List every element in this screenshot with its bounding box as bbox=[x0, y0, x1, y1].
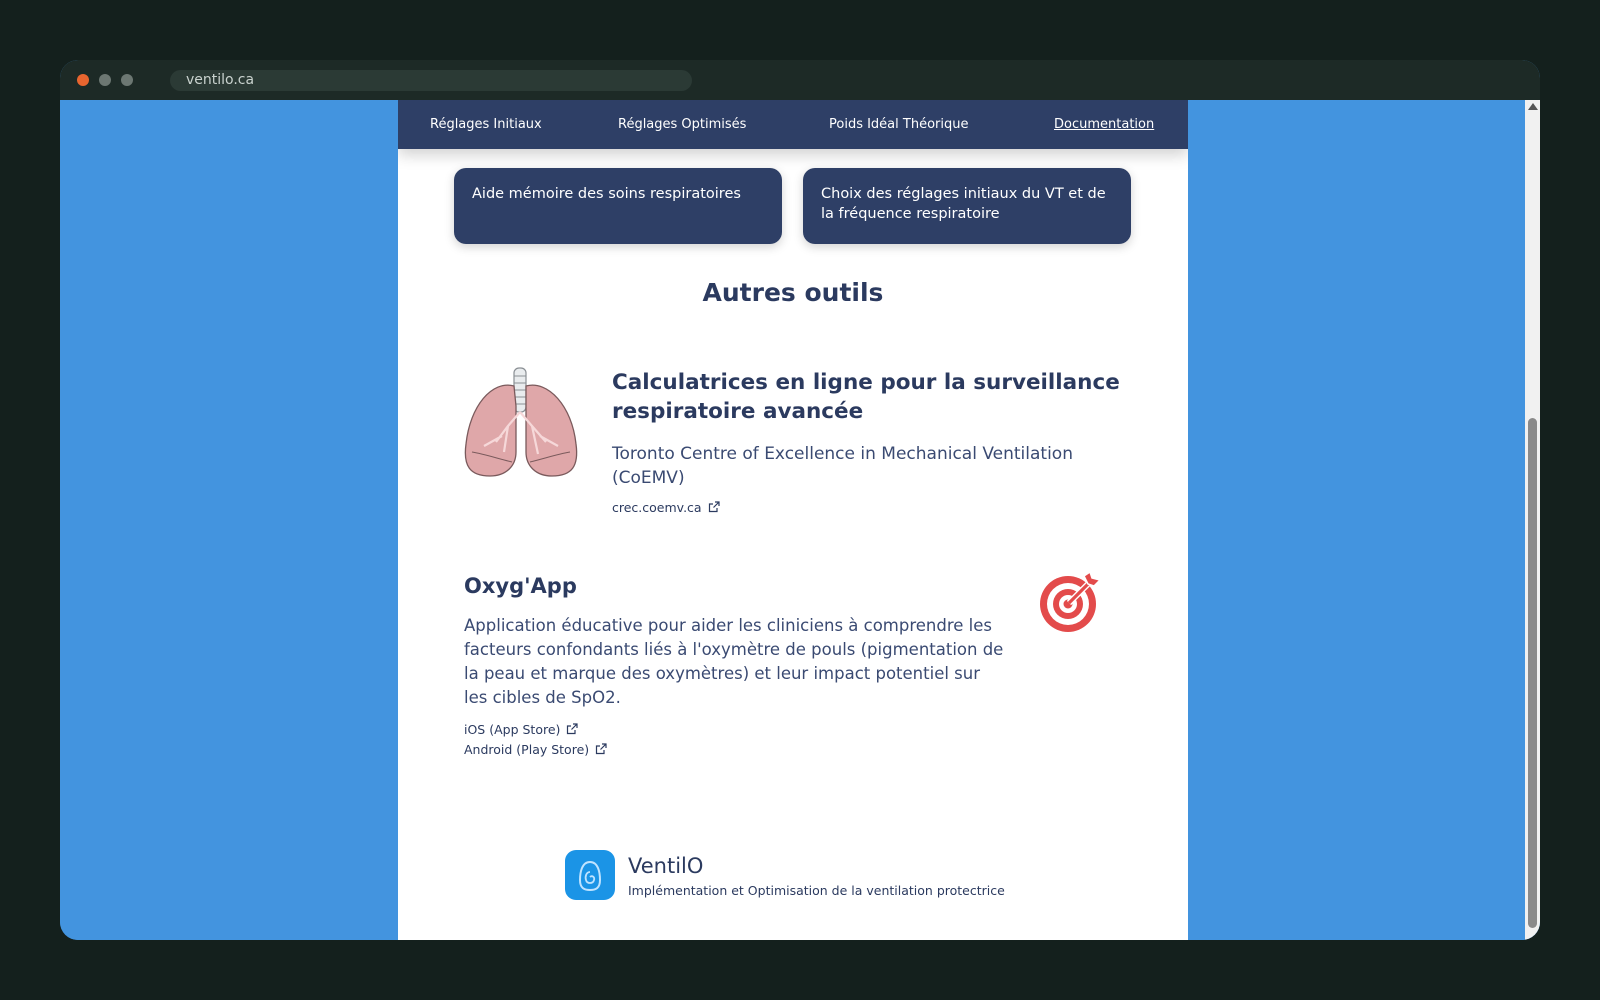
tool-title: Calculatrices en ligne pour la surveilla… bbox=[612, 370, 1120, 424]
ventilo-logo bbox=[565, 850, 615, 900]
scrollbar-thumb[interactable] bbox=[1528, 418, 1537, 928]
link-label: iOS (App Store) bbox=[464, 722, 561, 737]
doc-card-label: Aide mémoire des soins respiratoires bbox=[472, 186, 741, 202]
footer-brand-name: VentilO bbox=[628, 854, 704, 878]
tool-description: Application éducative pour aider les cli… bbox=[464, 616, 1004, 707]
minimize-window-button[interactable] bbox=[99, 74, 111, 86]
link-label: crec.coemv.ca bbox=[612, 500, 702, 515]
doc-card-aide-memoire[interactable]: Aide mémoire des soins respiratoires bbox=[454, 168, 782, 244]
external-link-icon bbox=[708, 501, 720, 513]
link-label: Android (Play Store) bbox=[464, 742, 590, 757]
doc-card-choix-reglages[interactable]: Choix des réglages initiaux du VT et de … bbox=[803, 168, 1131, 244]
page-scrollbar[interactable] bbox=[1525, 100, 1540, 940]
link-ios-app-store[interactable]: iOS (App Store) bbox=[464, 722, 579, 737]
nav-item-poids-ideal[interactable]: Poids Idéal Théorique bbox=[829, 100, 968, 149]
page-content: Réglages Initiaux Réglages Optimisés Poi… bbox=[398, 100, 1188, 940]
tool-organization: Toronto Centre of Excellence in Mechanic… bbox=[612, 444, 1073, 488]
link-crec-coemv[interactable]: crec.coemv.ca bbox=[612, 500, 720, 515]
link-android-play-store[interactable]: Android (Play Store) bbox=[464, 742, 607, 757]
browser-titlebar: ventilo.ca bbox=[60, 60, 1540, 100]
maximize-window-button[interactable] bbox=[121, 74, 133, 86]
footer-tagline: Implémentation et Optimisation de la ven… bbox=[628, 883, 1005, 898]
scroll-up-arrow-icon[interactable] bbox=[1528, 103, 1538, 110]
browser-window: ventilo.ca Réglages Initiaux Réglages Op… bbox=[60, 60, 1540, 940]
close-window-button[interactable] bbox=[77, 74, 89, 86]
lung-spiral-icon bbox=[578, 860, 602, 892]
section-title: Autres outils bbox=[702, 278, 884, 307]
tool-title: Oxyg'App bbox=[464, 574, 577, 598]
main-nav: Réglages Initiaux Réglages Optimisés Poi… bbox=[398, 100, 1188, 149]
external-link-icon bbox=[596, 743, 607, 755]
page-viewport: Réglages Initiaux Réglages Optimisés Poi… bbox=[60, 100, 1540, 940]
doc-card-label: Choix des réglages initiaux du VT et de … bbox=[821, 186, 1106, 222]
nav-item-reglages-optimises[interactable]: Réglages Optimisés bbox=[618, 100, 746, 149]
nav-item-documentation[interactable]: Documentation bbox=[1054, 100, 1154, 149]
lungs-icon bbox=[464, 367, 578, 477]
external-link-icon bbox=[567, 723, 579, 735]
target-icon bbox=[1040, 570, 1102, 632]
address-bar[interactable]: ventilo.ca bbox=[170, 70, 692, 91]
nav-item-reglages-initiaux[interactable]: Réglages Initiaux bbox=[430, 100, 542, 149]
